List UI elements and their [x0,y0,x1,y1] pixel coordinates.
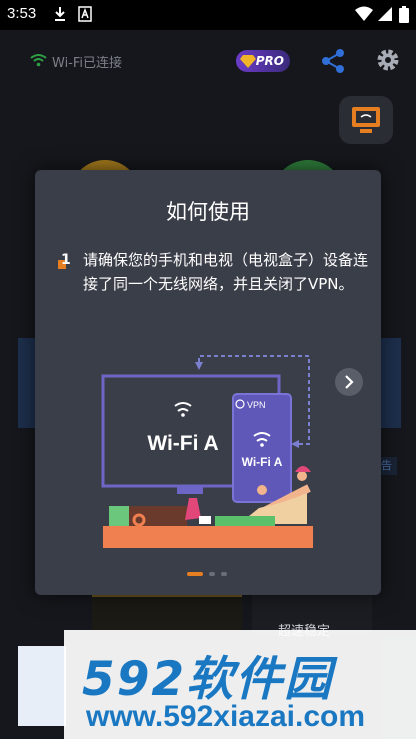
screen-cast-icon [352,107,380,133]
wifi-status-label: Wi-Fi已连接 [52,56,123,71]
watermark-url: www.592xiazai.com [86,700,366,733]
bg-bottom-card [18,646,66,726]
wifi-setup-illustration: Wi-Fi A VPN Wi-Fi A [101,355,313,548]
chevron-right-icon [345,375,354,389]
wifi-signal-icon [355,6,373,21]
wifi-icon [30,54,47,67]
status-bar: 3:53 [0,0,416,30]
page-dot-active [187,572,203,576]
notification-a-icon [78,6,92,22]
vpn-label: VPN [247,400,266,410]
status-time: 3:53 [7,5,37,22]
pro-badge-label: PRO [255,54,284,68]
app-bar: Wi-Fi已连接 PRO [0,30,416,90]
watermark-brand: 592软件园 [82,652,334,707]
diamond-icon [240,55,256,68]
cell-signal-icon [378,7,392,21]
battery-icon [399,6,409,23]
download-icon [55,7,65,21]
step-marker: 1 [58,252,71,270]
bg-panel-right [381,338,401,428]
dialog-title: 如何使用 [166,200,250,224]
site-watermark: 592软件园 www.592xiazai.com [64,630,416,739]
tv-wifi-label: Wi-Fi A [147,432,218,455]
pro-badge[interactable]: PRO [236,50,290,72]
step-number: 1 [61,252,71,268]
screen-cast-button[interactable] [339,96,393,144]
bg-panel-left [18,338,36,428]
wifi-status: Wi-Fi已连接 [30,52,122,71]
page-dot [221,572,227,576]
page-dot [209,572,215,576]
how-to-use-dialog: 如何使用 1 请确保您的手机和电视（电视盒子）设备连接了同一个无线网络，并且关闭… [35,170,381,595]
ad-tag: 告 [381,457,397,475]
phone-wifi-label: Wi-Fi A [242,455,283,469]
next-page-button[interactable] [335,368,363,396]
settings-gear-icon[interactable] [374,46,402,74]
step-instruction: 请确保您的手机和电视（电视盒子）设备连接了同一个无线网络，并且关闭了VPN。 [83,251,369,293]
share-icon[interactable] [320,48,346,74]
